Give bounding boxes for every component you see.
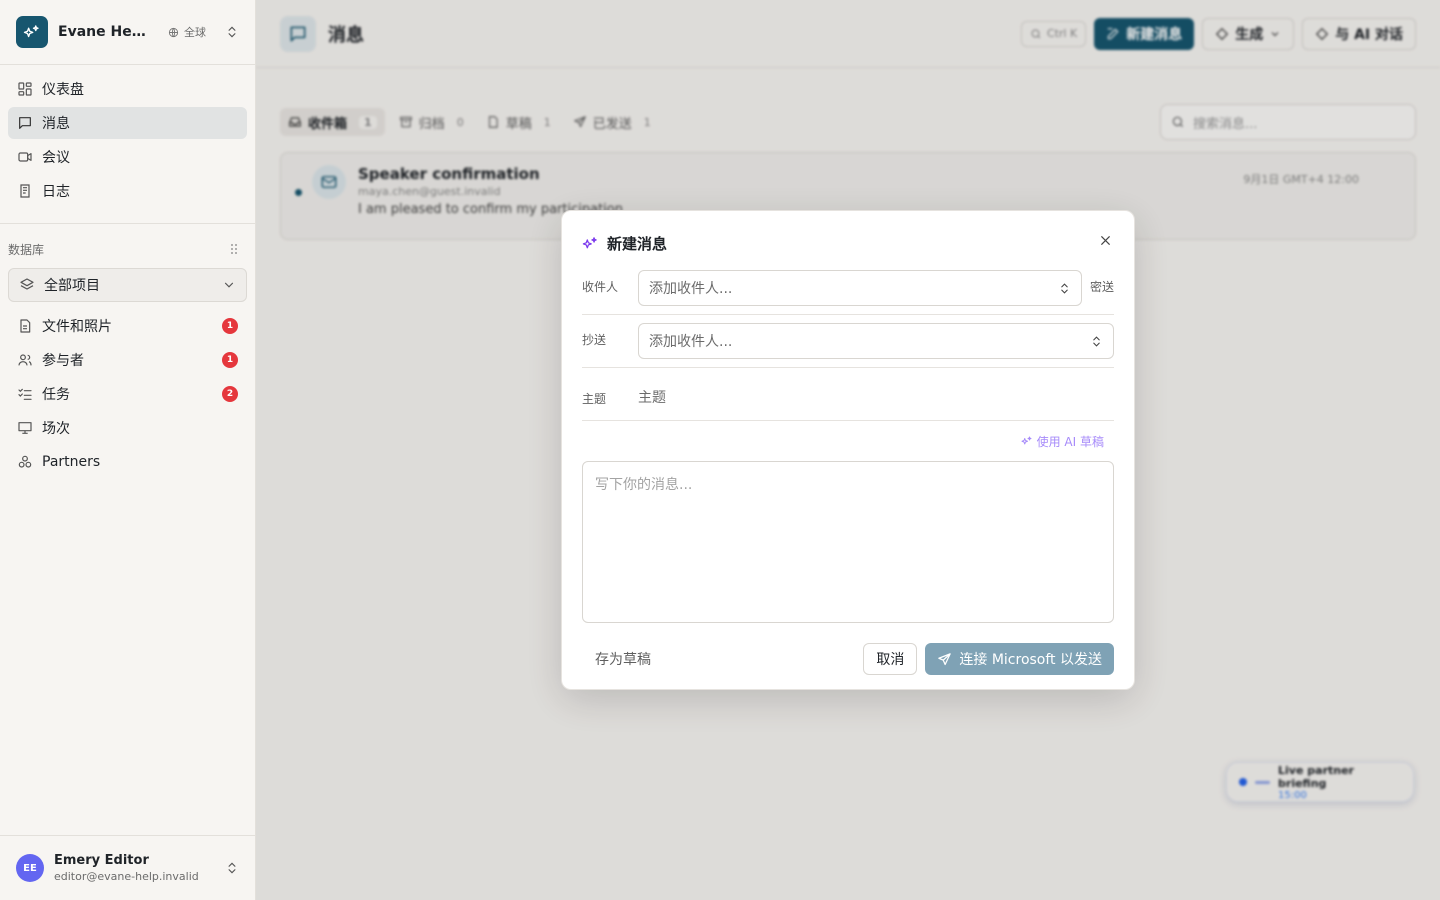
nav-item-dashboard[interactable]: 仪表盘 (8, 73, 247, 105)
sidebar-item-label: Partners (42, 454, 101, 470)
cc-label: 抄送 (582, 333, 607, 347)
users-icon (18, 354, 32, 366)
presentation-icon (18, 422, 32, 434)
count-badge: 1 (222, 352, 238, 368)
bcc-toggle[interactable]: 密送 (1082, 270, 1114, 295)
to-row: 收件人 添加收件人... 密送 (582, 270, 1114, 315)
count-badge: 1 (222, 318, 238, 334)
dialog-footer: 存为草稿 取消 连接 Microsoft 以发送 (582, 643, 1114, 675)
nav-label: 仪表盘 (42, 82, 84, 98)
main-nav: 仪表盘 消息 会议 日志 (0, 65, 255, 224)
workspace-header[interactable]: Evane Help ... 全球 (0, 0, 255, 65)
to-placeholder: 添加收件人... (649, 281, 733, 297)
nav-item-meetings[interactable]: 会议 (8, 141, 247, 173)
database-section-label: 数据库 (8, 242, 45, 257)
ai-draft-row: 使用 AI 草稿 (582, 421, 1114, 461)
boxes-icon (18, 455, 32, 468)
sparkle-icon (582, 236, 597, 248)
sidebar-item-files[interactable]: 文件和照片 1 (8, 310, 247, 342)
save-draft-button[interactable]: 存为草稿 (582, 643, 664, 675)
send-icon (938, 652, 952, 665)
drag-handle-icon[interactable] (229, 243, 239, 255)
avatar: EE (16, 854, 44, 882)
scroll-icon (20, 184, 30, 198)
sidebar-item-label: 参与者 (42, 353, 84, 369)
to-recipient-select[interactable]: 添加收件人... (638, 270, 1082, 306)
subject-input[interactable] (638, 390, 1114, 406)
file-icon (20, 319, 31, 333)
subject-label: 主题 (582, 391, 607, 406)
chevron-updown-icon[interactable] (225, 25, 239, 39)
new-message-dialog: 新建消息 收件人 添加收件人... 密送 抄送 添加收件人... 主题 使用 A… (561, 210, 1135, 690)
ai-draft-button[interactable]: 使用 AI 草稿 (1021, 433, 1104, 450)
sidebar-item-label: 文件和照片 (42, 319, 112, 335)
connect-send-button[interactable]: 连接 Microsoft 以发送 (925, 643, 1114, 675)
user-email: editor@evane-help.invalid (54, 870, 199, 883)
user-info: Emery Editor editor@evane-help.invalid (54, 853, 199, 883)
nav-label: 会议 (42, 150, 70, 166)
database-select-label: 全部项目 (44, 278, 100, 294)
chevron-down-icon (222, 278, 236, 292)
workspace-name: Evane Help ... (58, 24, 150, 40)
sparkle-logo-icon (16, 16, 48, 48)
message-square-icon (19, 117, 31, 129)
cc-placeholder: 添加收件人... (649, 334, 733, 350)
send-label: 连接 Microsoft 以发送 (959, 652, 1102, 668)
sidebar-item-partners[interactable]: Partners (8, 446, 247, 478)
nav-item-messages[interactable]: 消息 (8, 107, 247, 139)
sparkle-icon (1021, 436, 1032, 445)
dialog-header: 新建消息 (582, 232, 1114, 254)
to-label: 收件人 (582, 280, 619, 294)
database-select[interactable]: 全部项目 (8, 268, 247, 302)
count-badge: 2 (222, 386, 238, 402)
cc-row: 抄送 添加收件人... (582, 323, 1114, 368)
user-menu[interactable]: EE Emery Editor editor@evane-help.invali… (0, 835, 255, 900)
subject-row: 主题 (582, 376, 1114, 421)
chevron-updown-icon[interactable] (225, 861, 239, 875)
database-section-header: 数据库 (0, 224, 255, 262)
chevron-updown-icon (1090, 335, 1103, 348)
cancel-button[interactable]: 取消 (863, 643, 918, 675)
cc-recipient-select[interactable]: 添加收件人... (638, 323, 1114, 359)
nav-label: 消息 (42, 116, 70, 132)
globe-icon (168, 27, 179, 37)
chevron-updown-icon (1058, 282, 1071, 295)
sidebar-item-label: 场次 (42, 421, 70, 437)
sidebar-item-label: 任务 (42, 387, 70, 403)
dialog-title: 新建消息 (607, 234, 668, 253)
list-checks-icon (18, 388, 32, 400)
database-nav: 文件和照片 1 参与者 1 任务 2 场次 Partners (0, 310, 255, 478)
grid-icon (18, 82, 32, 96)
user-name: Emery Editor (54, 853, 149, 868)
sidebar-item-sessions[interactable]: 场次 (8, 412, 247, 444)
scope-text: 全球 (184, 26, 206, 39)
message-body-textarea[interactable] (582, 461, 1114, 623)
scope-label[interactable]: 全球 (168, 24, 206, 40)
nav-item-logs[interactable]: 日志 (8, 175, 247, 207)
video-icon (18, 152, 32, 162)
close-icon[interactable] (1096, 231, 1114, 249)
sidebar: Evane Help ... 全球 仪表盘 消息 会议 日志 数据库 (0, 0, 256, 900)
ai-draft-label: 使用 AI 草稿 (1036, 434, 1104, 449)
nav-label: 日志 (42, 184, 70, 200)
sidebar-item-tasks[interactable]: 任务 2 (8, 378, 247, 410)
layers-icon (20, 278, 34, 290)
sidebar-item-participants[interactable]: 参与者 1 (8, 344, 247, 376)
